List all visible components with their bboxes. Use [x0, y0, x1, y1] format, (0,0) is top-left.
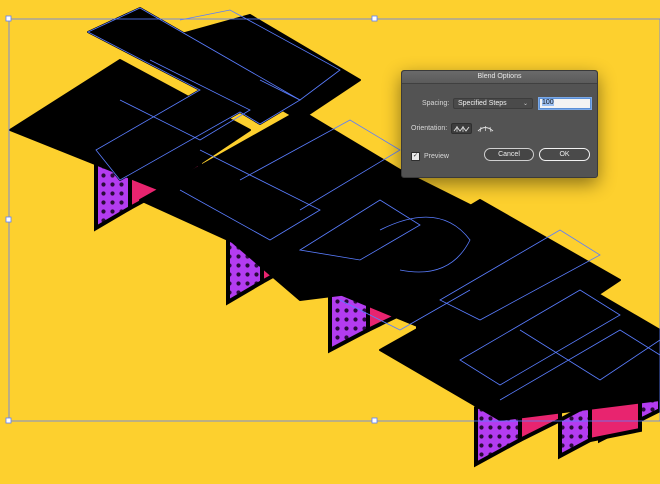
align-to-path-button[interactable]	[475, 123, 496, 134]
checkmark-icon: ✓	[412, 153, 419, 159]
align-to-path-icon	[477, 125, 494, 132]
blend-options-dialog: Blend Options Spacing: Specified Steps ⌄…	[401, 70, 598, 178]
cancel-button[interactable]: Cancel	[484, 148, 534, 161]
ok-button[interactable]: OK	[539, 148, 590, 161]
steps-input[interactable]: 100	[538, 97, 592, 110]
orientation-label: Orientation:	[411, 125, 448, 132]
steps-value: 100	[542, 99, 554, 106]
preview-label: Preview	[424, 153, 449, 160]
preview-row: ✓ Preview	[411, 152, 449, 161]
spacing-value: Specified Steps	[458, 100, 507, 107]
chevron-down-icon: ⌄	[522, 101, 528, 107]
dialog-title[interactable]: Blend Options	[402, 71, 597, 84]
align-to-page-button[interactable]	[451, 123, 473, 134]
preview-checkbox[interactable]: ✓	[411, 152, 420, 161]
orientation-row: Orientation:	[411, 123, 499, 134]
spacing-label: Spacing:	[422, 100, 450, 107]
spacing-row: Spacing: Specified Steps ⌄ 100	[422, 97, 592, 110]
spacing-dropdown[interactable]: Specified Steps ⌄	[453, 98, 533, 109]
align-to-page-icon	[453, 125, 470, 132]
